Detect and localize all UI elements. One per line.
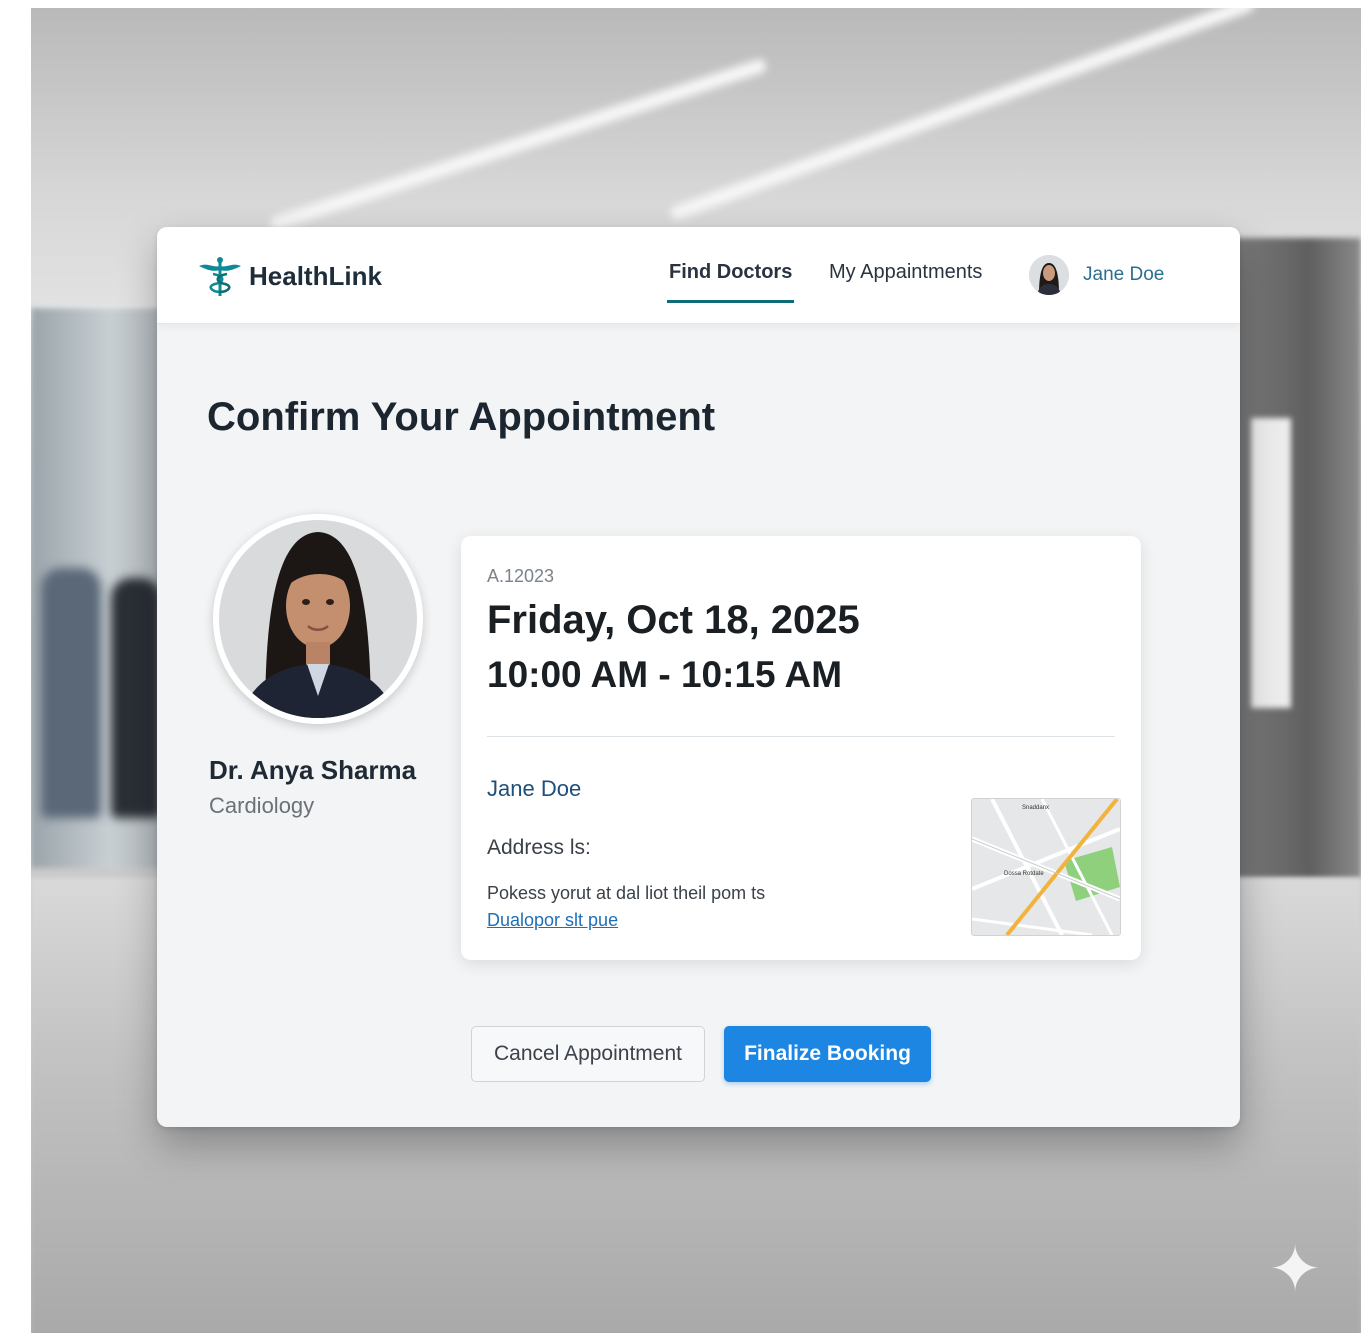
caduceus-icon xyxy=(199,257,241,296)
finalize-booking-button[interactable]: Finalize Booking xyxy=(724,1026,931,1082)
doctor-name: Dr. Anya Sharma xyxy=(209,755,417,785)
map-label: Dossa Rotdate xyxy=(1004,871,1044,877)
booking-window: HealthLink Find Doctors My Appaintments … xyxy=(157,227,1240,1127)
appointment-reference: A.12023 xyxy=(487,566,555,586)
active-tab-indicator xyxy=(667,300,795,303)
address-label: Address ls: xyxy=(487,836,591,859)
divider xyxy=(487,736,1115,737)
doorway xyxy=(1251,418,1291,708)
user-name: Jane Doe xyxy=(1083,264,1165,285)
doctor-specialty: Cardiology xyxy=(209,793,315,818)
avatar xyxy=(1029,255,1069,295)
appointment-date: Friday, Oct 18, 2025 xyxy=(487,598,860,642)
map-image: Snaddanx Dossa Rotdate xyxy=(972,799,1120,935)
nav-find-doctors[interactable]: Find Doctors xyxy=(667,261,795,303)
address-text: Pokess yorut at dal liot theil pom ts xyxy=(487,883,766,903)
nav-find-doctors-label: Find Doctors xyxy=(669,261,793,283)
location-map[interactable]: Snaddanx Dossa Rotdate xyxy=(971,798,1121,936)
doctor-portrait xyxy=(213,514,423,724)
nav-my-appointments[interactable]: My Appaintments xyxy=(829,261,982,284)
top-navigation-bar: HealthLink Find Doctors My Appaintments … xyxy=(157,227,1240,324)
sparkle-icon: ✦ xyxy=(1268,1233,1322,1305)
appointment-details-card: A.12023 Friday, Oct 18, 2025 10:00 AM - … xyxy=(461,536,1141,960)
map-label: Snaddanx xyxy=(1022,805,1049,811)
directions-link[interactable]: Dualopor slt pue xyxy=(487,910,618,931)
doctor-photo xyxy=(213,514,423,724)
brand-logo[interactable]: HealthLink xyxy=(197,254,382,298)
background-person xyxy=(111,578,161,818)
patient-name: Jane Doe xyxy=(487,776,582,801)
background-person xyxy=(41,568,101,818)
page-title: Confirm Your Appointment xyxy=(207,395,716,439)
user-menu[interactable]: Jane Doe xyxy=(1029,255,1164,295)
brand-name: HealthLink xyxy=(249,260,382,291)
appointment-time: 10:00 AM - 10:15 AM xyxy=(487,654,843,695)
user-avatar-image xyxy=(1029,255,1069,295)
cancel-appointment-button[interactable]: Cancel Appointment xyxy=(471,1026,705,1082)
